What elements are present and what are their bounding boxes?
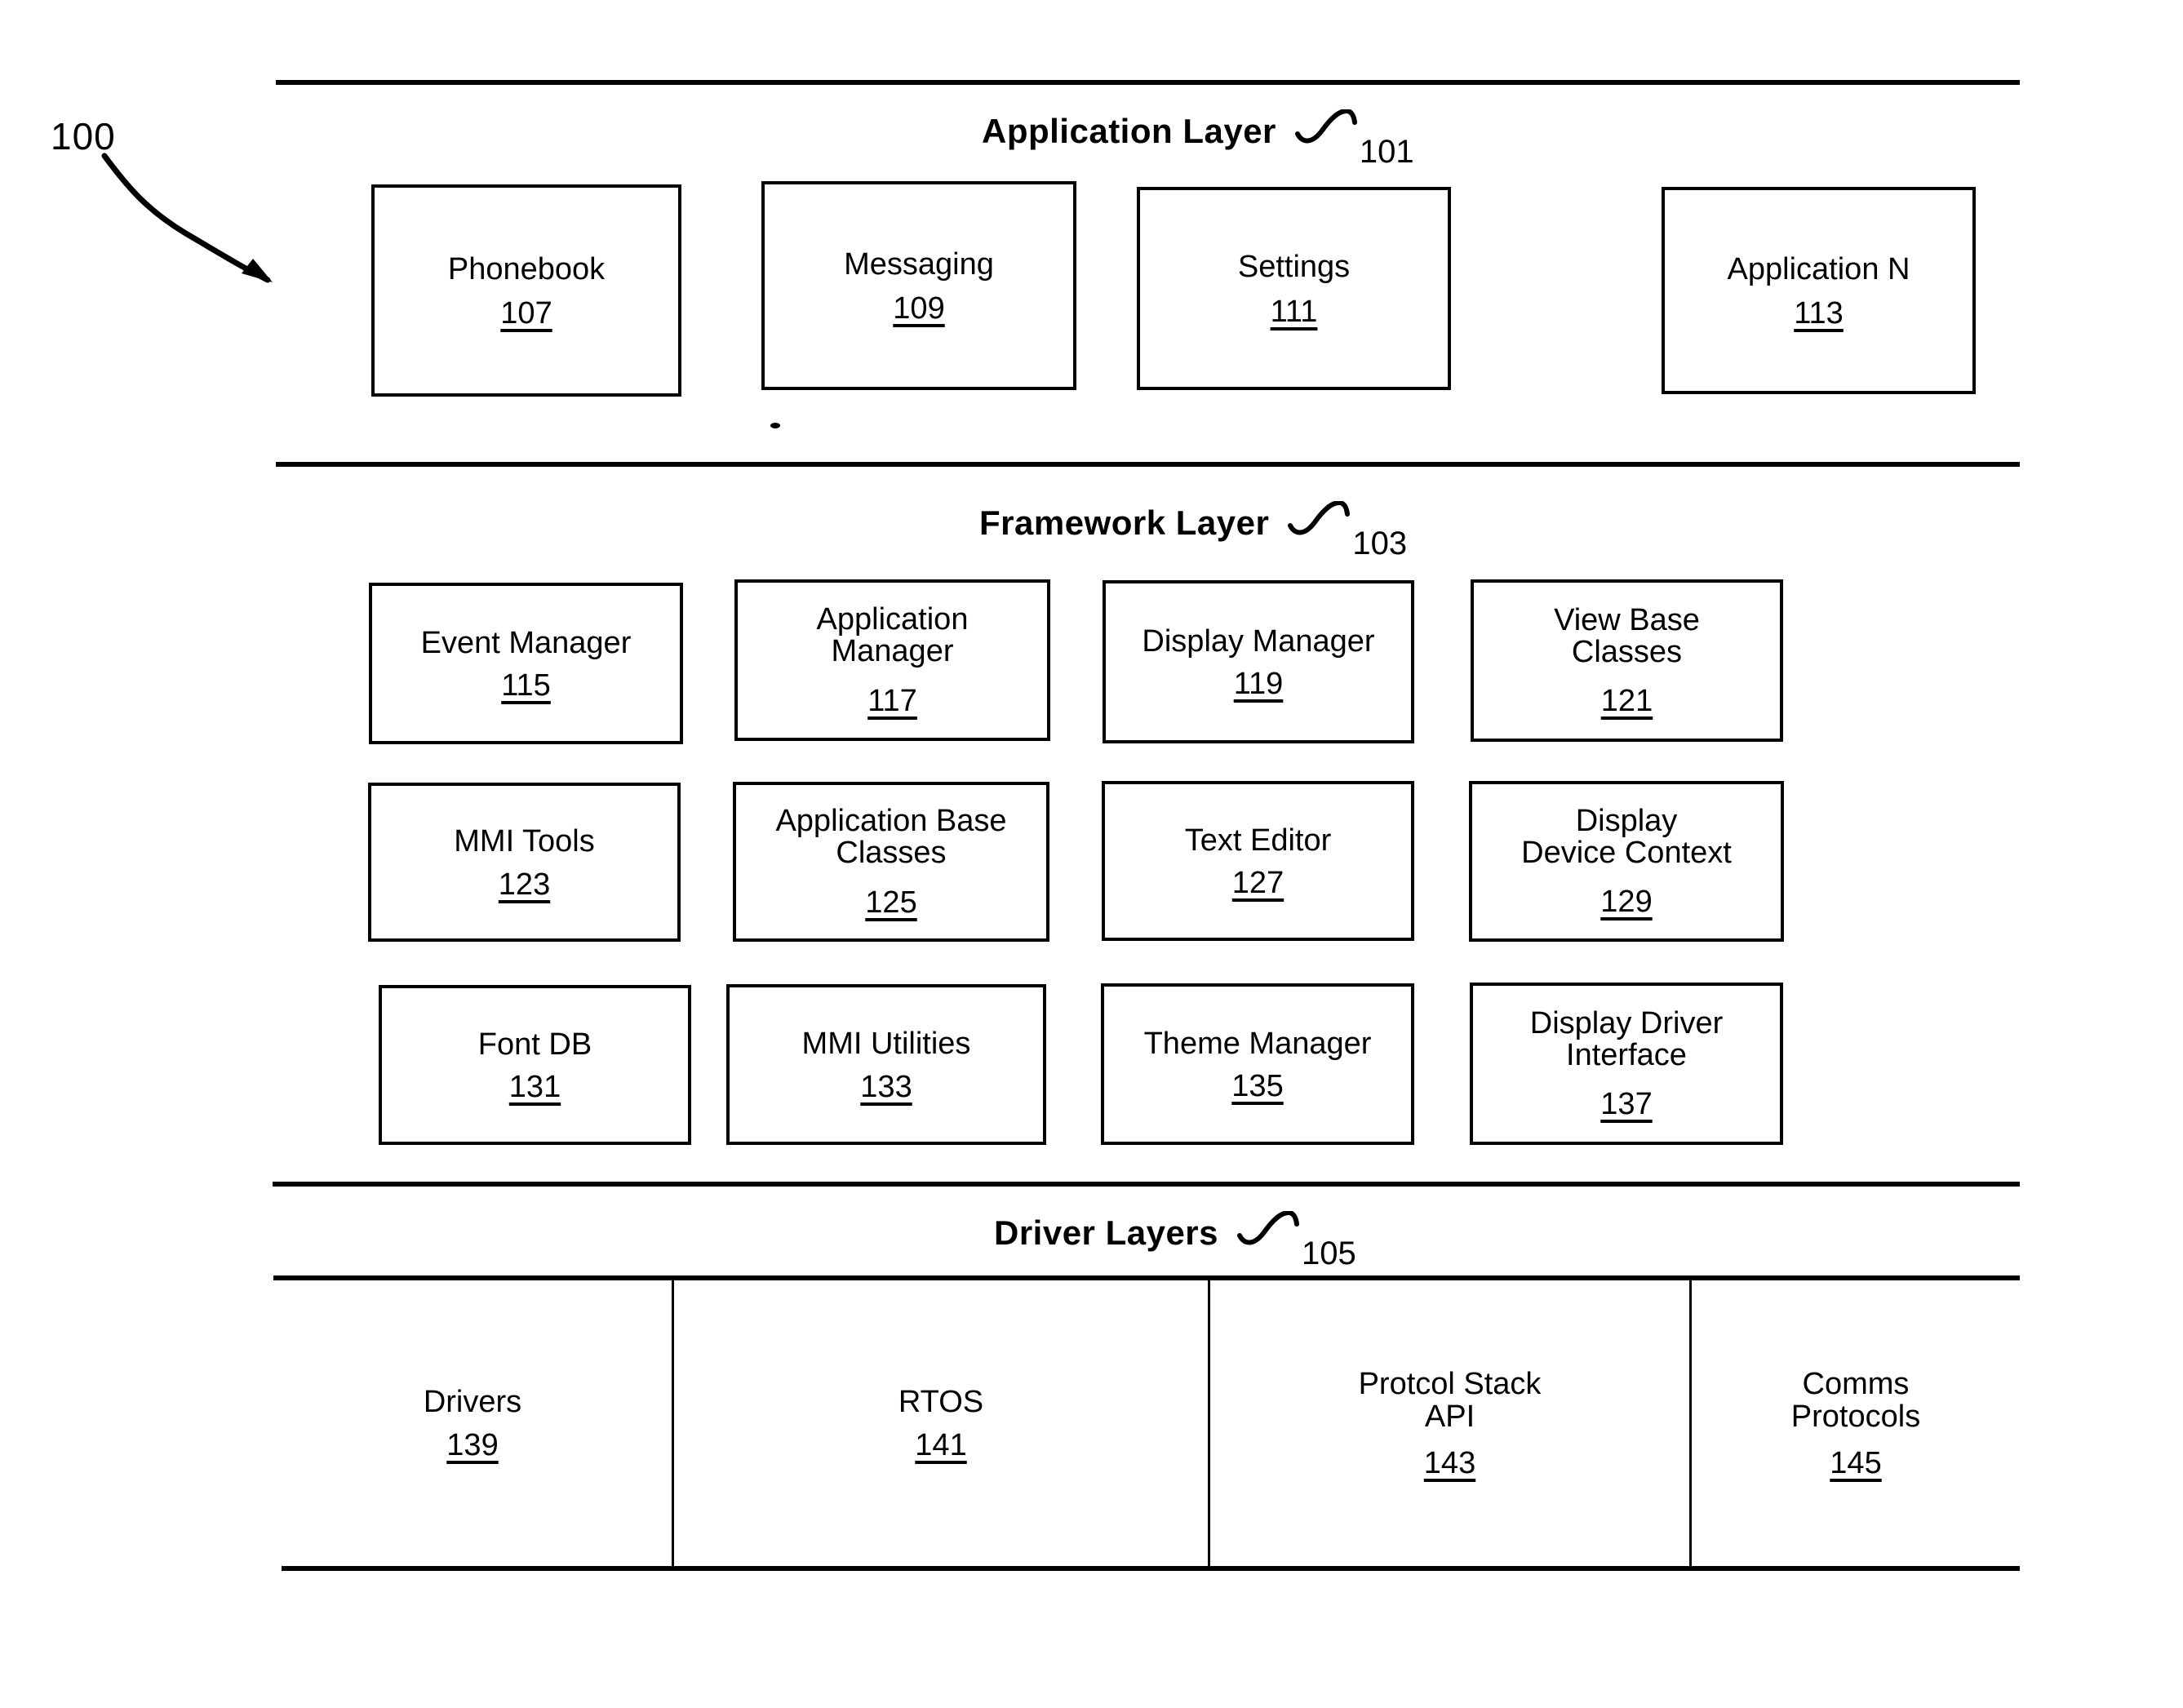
block-label: View Base Classes [1554,602,1700,669]
framework-layer-heading: Framework Layer 103 [979,501,1408,561]
application-layer-ref-number: 101 [1359,134,1414,170]
leader-squiggle-icon [1294,109,1357,144]
scan-artifact [770,423,780,428]
driver-cell-comms-protocols[interactable]: Comms Protocols 145 [1692,1280,2020,1566]
block-ref-number: 109 [893,291,945,326]
block-messaging[interactable]: Messaging 109 [761,181,1076,390]
driver-layer-top-rule [273,1182,2020,1187]
block-ref-number: 119 [1233,667,1284,702]
block-text-editor[interactable]: Text Editor 127 [1102,781,1414,941]
block-ref-number: 115 [501,668,551,703]
block-ref-number: 127 [1231,866,1285,901]
block-label: MMI Utilities [801,1027,971,1062]
driver-layer-heading: Driver Layers 105 [994,1211,1356,1271]
leader-squiggle-icon [1288,501,1351,535]
block-label: Protcol Stack API [1358,1366,1542,1434]
block-application-n[interactable]: Application N 113 [1662,187,1976,394]
figure-canvas: 100 Application Layer 101 Phonebook 107 … [0,0,2183,1708]
block-label: Phonebook [447,251,606,286]
block-label: Comms Protocols [1790,1366,1921,1434]
framework-layer-top-rule [276,462,2020,467]
driver-cell-rtos[interactable]: RTOS 141 [674,1280,1208,1566]
block-ref-number: 107 [500,296,552,331]
driver-cell-protocol-stack-api[interactable]: Protcol Stack API 143 [1210,1280,1689,1566]
leader-squiggle-icon [1237,1211,1300,1245]
block-ref-number: 121 [1600,684,1653,719]
block-phonebook[interactable]: Phonebook 107 [371,184,681,397]
block-settings[interactable]: Settings 111 [1137,187,1451,390]
driver-table-bottom-rule [282,1566,2020,1571]
block-label: Display Driver Interface [1529,1005,1724,1072]
block-label: Event Manager [420,625,632,660]
block-application-manager[interactable]: Application Manager 117 [734,579,1050,741]
block-display-manager[interactable]: Display Manager 119 [1103,580,1414,743]
block-label: Application N [1727,251,1910,286]
block-event-manager[interactable]: Event Manager 115 [369,583,683,744]
block-label: Drivers [423,1384,522,1419]
framework-layer-title: Framework Layer [979,504,1270,542]
block-theme-manager[interactable]: Theme Manager 135 [1101,983,1414,1145]
block-ref-number: 117 [867,683,917,718]
application-layer-top-rule [276,80,2020,85]
block-label: Application Manager [816,602,969,668]
block-application-base-classes[interactable]: Application Base Classes 125 [733,782,1049,942]
block-font-db[interactable]: Font DB 131 [379,985,691,1145]
block-label: Text Editor [1184,823,1332,858]
block-ref-number: 125 [865,885,917,920]
application-layer-title: Application Layer [982,112,1276,150]
application-layer-heading: Application Layer 101 [982,109,1414,170]
block-ref-number: 135 [1231,1069,1284,1104]
framework-layer-ref-number: 103 [1352,526,1408,561]
figure-leader-arrow-icon [101,153,273,283]
block-ref-number: 113 [1794,296,1844,331]
block-label: Theme Manager [1143,1026,1372,1061]
driver-layer-table: Drivers 139 RTOS 141 Protcol Stack API 1… [273,1275,2020,1571]
block-label: RTOS [898,1384,984,1419]
block-label: Settings [1237,250,1351,285]
block-mmi-utilities[interactable]: MMI Utilities 133 [726,984,1046,1145]
block-label: Display Manager [1142,623,1375,659]
block-ref-number: 143 [1423,1446,1476,1481]
block-label: Application Base Classes [775,804,1007,870]
block-ref-number: 131 [508,1070,561,1105]
block-label: Font DB [477,1027,592,1062]
block-label: MMI Tools [454,824,595,859]
block-ref-number: 137 [1600,1087,1653,1122]
block-ref-number: 133 [860,1069,912,1104]
block-ref-number: 141 [915,1428,967,1463]
block-label: Display Device Context [1521,803,1732,870]
block-view-base-classes[interactable]: View Base Classes 121 [1471,579,1783,742]
block-ref-number: 145 [1830,1446,1882,1481]
block-mmi-tools[interactable]: MMI Tools 123 [368,783,681,942]
block-ref-number: 111 [1270,294,1318,329]
block-ref-number: 123 [498,867,551,902]
block-ref-number: 129 [1600,885,1653,920]
driver-layer-ref-number: 105 [1302,1236,1356,1271]
driver-layer-title: Driver Layers [994,1213,1219,1252]
driver-cell-drivers[interactable]: Drivers 139 [273,1280,672,1566]
block-label: Messaging [844,246,994,282]
block-display-device-context[interactable]: Display Device Context 129 [1469,781,1784,942]
block-display-driver-interface[interactable]: Display Driver Interface 137 [1470,983,1783,1145]
block-ref-number: 139 [446,1428,499,1463]
